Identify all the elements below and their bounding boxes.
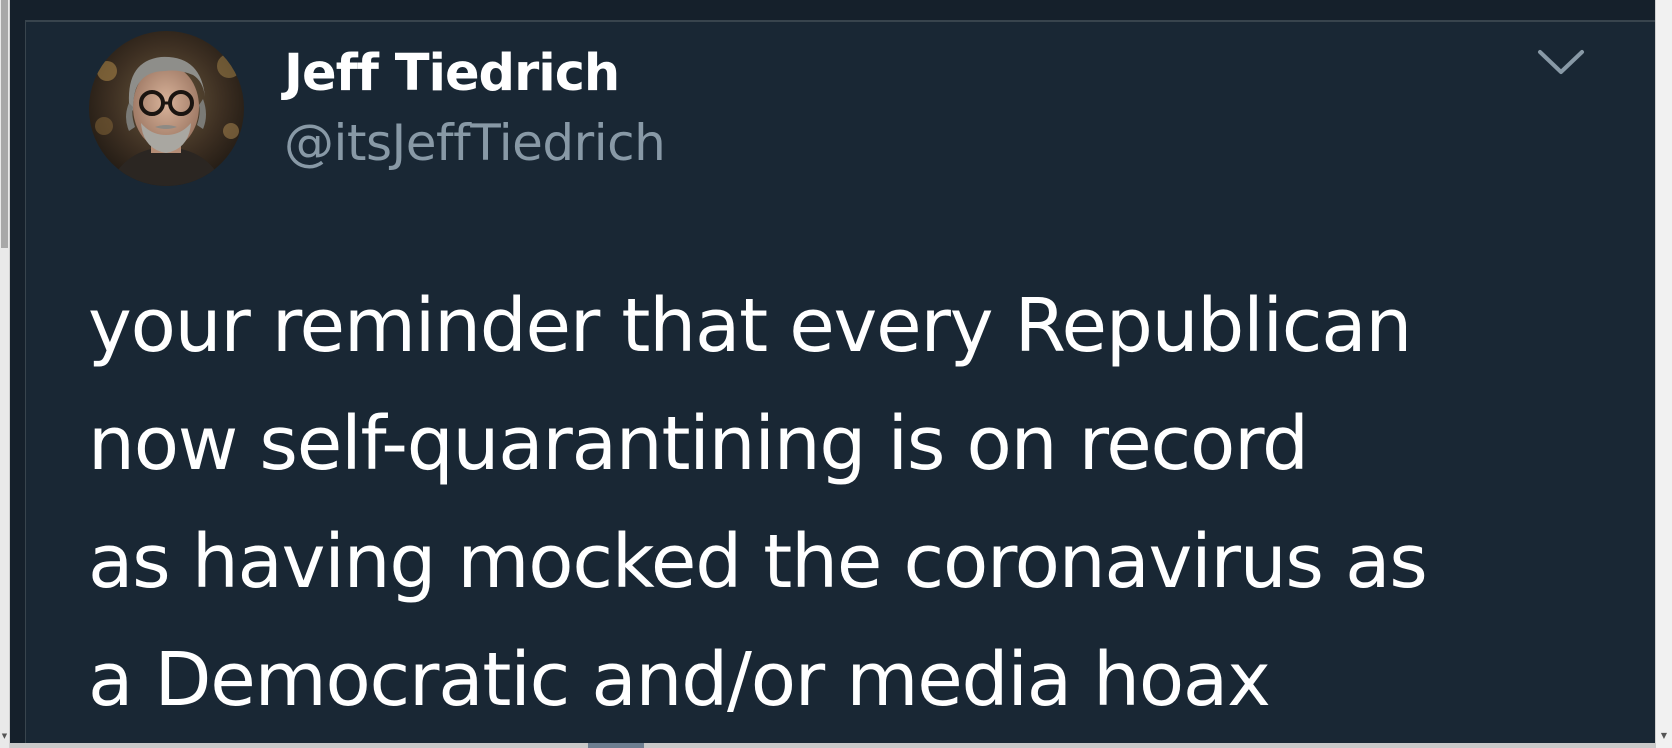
avatar[interactable] <box>89 31 244 186</box>
scroll-down-arrow-icon[interactable]: ▼ <box>1656 731 1672 740</box>
left-scrollbar-thumb[interactable] <box>1 0 8 248</box>
tweet-text-line: a Democratic and/or media hoax <box>88 637 1271 723</box>
tweet-text-line: your reminder that every Republican <box>88 283 1412 369</box>
horizontal-scrollbar[interactable] <box>10 743 1656 748</box>
horizontal-scrollbar-thumb[interactable] <box>588 743 644 748</box>
chevron-down-icon[interactable] <box>1536 46 1586 78</box>
tweet-text-line: now self-quarantining is on record <box>88 401 1309 487</box>
tweet-card[interactable]: Jeff Tiedrich @itsJeffTiedrich your remi… <box>25 20 1657 748</box>
user-handle[interactable]: @itsJeffTiedrich <box>284 106 666 180</box>
tweet-text-line: as having mocked the coronavirus as <box>88 519 1428 605</box>
right-scrollbar[interactable]: ▼ <box>1655 0 1672 748</box>
tweet-text: your reminder that every Republican now … <box>88 267 1648 739</box>
previous-item-edge <box>10 0 1656 20</box>
avatar-photo-icon <box>89 31 244 186</box>
scroll-down-arrow-icon[interactable]: ▼ <box>0 732 9 740</box>
user-info: Jeff Tiedrich @itsJeffTiedrich <box>284 42 666 180</box>
display-name[interactable]: Jeff Tiedrich <box>284 42 665 106</box>
browser-viewport: ▼ Jeff Tiedrich @itsJeffTiedrich your re… <box>0 0 1672 748</box>
left-scrollbar[interactable]: ▼ <box>0 0 10 748</box>
